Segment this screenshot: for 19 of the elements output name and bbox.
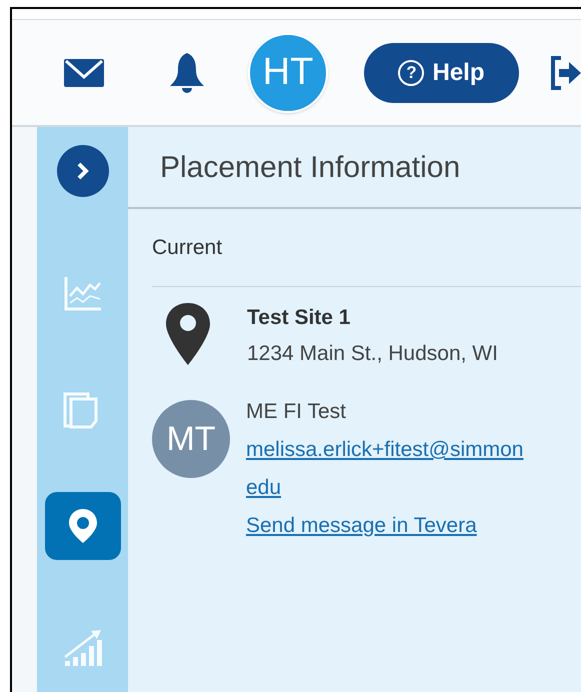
help-button[interactable]: ? Help bbox=[364, 42, 519, 102]
sidebar-item[interactable] bbox=[44, 492, 120, 560]
email-link[interactable]: edu bbox=[246, 469, 282, 507]
help-icon: ? bbox=[398, 60, 424, 86]
site-name: Test Site 1 bbox=[247, 305, 352, 331]
mail-icon[interactable] bbox=[63, 58, 105, 88]
user-avatar[interactable]: HT bbox=[248, 32, 328, 112]
bell-icon[interactable] bbox=[168, 52, 206, 94]
email-link[interactable]: melissa.erlick+fitest@simmon bbox=[246, 431, 524, 469]
expand-button[interactable] bbox=[56, 145, 108, 197]
logout-icon[interactable] bbox=[551, 56, 581, 90]
site-address: 1234 Main St., Hudson, WI bbox=[247, 341, 498, 367]
contact-name: ME FI Test bbox=[246, 399, 347, 425]
contact-avatar: MT bbox=[152, 400, 230, 478]
section-heading: Current bbox=[152, 234, 222, 261]
send-message-link[interactable]: Send message in Tevera bbox=[246, 507, 477, 545]
growth-chart-icon bbox=[62, 628, 102, 668]
location-pin-icon bbox=[165, 302, 211, 366]
panel-title: Placement Information bbox=[160, 150, 460, 186]
